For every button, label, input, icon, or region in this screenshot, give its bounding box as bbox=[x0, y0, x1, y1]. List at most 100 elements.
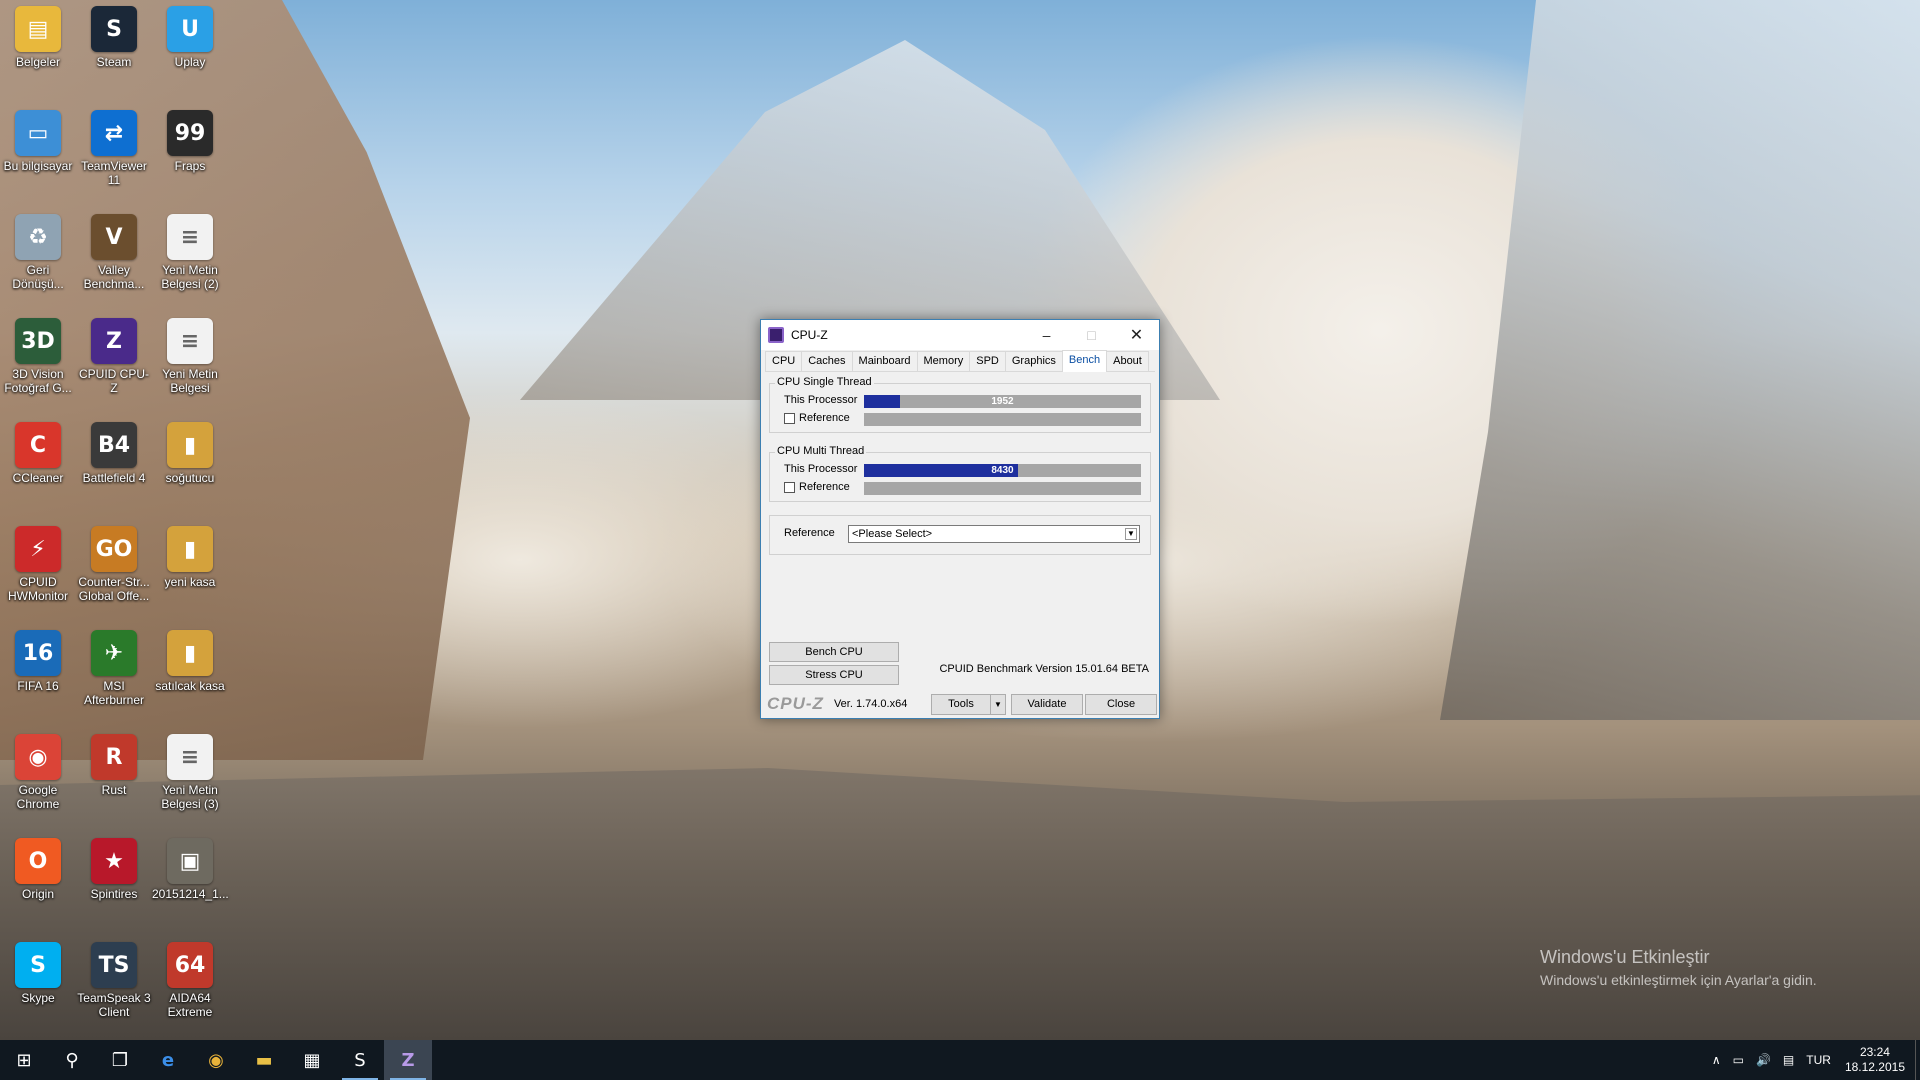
desktop-icon[interactable]: ▮ soğutucu bbox=[152, 416, 228, 485]
single-thread-group: CPU Single Thread This Processor 1952 Re… bbox=[769, 376, 1151, 433]
activation-watermark-title: Windows'u Etkinleştir bbox=[1540, 947, 1710, 967]
desktop-icon[interactable]: 16 FIFA 16 bbox=[0, 624, 76, 693]
desktop-icon[interactable]: ▮ satılcak kasa bbox=[152, 624, 228, 693]
title-bar[interactable]: CPU-Z – □ ✕ bbox=[761, 320, 1159, 350]
desktop-icon-label: Uplay bbox=[174, 55, 206, 69]
desktop-icon[interactable]: U Uplay bbox=[152, 0, 228, 69]
tools-dropdown-arrow-icon[interactable]: ▼ bbox=[990, 694, 1006, 715]
volume-icon[interactable]: 🔊 bbox=[1756, 1053, 1771, 1067]
close-button[interactable]: Close bbox=[1085, 694, 1157, 715]
desktop-icon[interactable]: ≡ Yeni Metin Belgesi (2) bbox=[152, 208, 228, 291]
desktop-icon-label: CCleaner bbox=[12, 471, 64, 485]
desktop-icon[interactable]: ▤ Belgeler bbox=[0, 0, 76, 69]
desktop-icon-glyph-icon: 16 bbox=[15, 630, 61, 676]
desktop-icon[interactable]: B4 Battlefield 4 bbox=[76, 416, 152, 485]
validate-button[interactable]: Validate bbox=[1011, 694, 1083, 715]
desktop-icon[interactable]: 99 Fraps bbox=[152, 104, 228, 173]
multi-ref-checkbox[interactable] bbox=[784, 481, 795, 493]
tab-memory[interactable]: Memory bbox=[916, 351, 971, 371]
desktop-icon[interactable]: O Origin bbox=[0, 832, 76, 901]
desktop-icon-label: soğutucu bbox=[165, 471, 215, 485]
show-desktop-button[interactable] bbox=[1915, 1040, 1920, 1080]
desktop-icon[interactable]: ♻ Geri Dönüşü... bbox=[0, 208, 76, 291]
desktop-icon-glyph-icon: TS bbox=[91, 942, 137, 988]
steam-taskbar-button[interactable]: S bbox=[336, 1040, 384, 1080]
chrome-button[interactable]: ◉ bbox=[192, 1040, 240, 1080]
desktop-icon-label: Counter-Str... Global Offe... bbox=[78, 575, 150, 603]
desktop-icon-glyph-icon: ⇄ bbox=[91, 110, 137, 156]
single-ref-bar bbox=[864, 413, 1141, 426]
tab-graphics[interactable]: Graphics bbox=[1004, 351, 1063, 371]
tab-spd[interactable]: SPD bbox=[969, 351, 1006, 371]
multi-ref-label: Reference bbox=[799, 481, 850, 493]
desktop-icon[interactable]: S Skype bbox=[0, 936, 76, 1005]
search-button[interactable]: ⚲ bbox=[48, 1040, 96, 1080]
desktop-icon-glyph-icon: ▭ bbox=[15, 110, 61, 156]
reference-label: Reference bbox=[784, 527, 835, 539]
tray-chevron-icon[interactable]: ∧ bbox=[1712, 1053, 1721, 1067]
desktop-icon[interactable]: ◉ Google Chrome bbox=[0, 728, 76, 811]
tab-about[interactable]: About bbox=[1106, 351, 1149, 371]
close-window-button[interactable]: ✕ bbox=[1114, 320, 1159, 350]
desktop-icon[interactable]: V Valley Benchma... bbox=[76, 208, 152, 291]
desktop-icon[interactable]: ✈ MSI Afterburner bbox=[76, 624, 152, 707]
multi-this-row: This Processor bbox=[784, 463, 860, 475]
desktop-icon-glyph-icon: 99 bbox=[167, 110, 213, 156]
reference-select[interactable]: <Please Select> ▼ bbox=[848, 525, 1140, 543]
desktop-icon-glyph-icon: ✈ bbox=[91, 630, 137, 676]
store-button[interactable]: ▦ bbox=[288, 1040, 336, 1080]
cpuz-taskbar-button[interactable]: Z bbox=[384, 1040, 432, 1080]
tab-bench[interactable]: Bench bbox=[1061, 350, 1108, 372]
single-ref-checkbox[interactable] bbox=[784, 412, 795, 424]
desktop-icon[interactable]: Z CPUID CPU-Z bbox=[76, 312, 152, 395]
notifications-icon[interactable]: ▤ bbox=[1783, 1053, 1794, 1067]
desktop-icon-glyph-icon: B4 bbox=[91, 422, 137, 468]
tab-bar: CPU Caches Mainboard Memory SPD Graphics… bbox=[765, 350, 1155, 372]
maximize-button[interactable]: □ bbox=[1069, 320, 1114, 350]
desktop-icon[interactable]: ≡ Yeni Metin Belgesi bbox=[152, 312, 228, 395]
wallpaper-mountain-right bbox=[1440, 0, 1920, 720]
minimize-button[interactable]: – bbox=[1024, 320, 1069, 350]
desktop-icon[interactable]: ▭ Bu bilgisayar bbox=[0, 104, 76, 173]
desktop-icon[interactable]: ★ Spintires bbox=[76, 832, 152, 901]
clock-date: 18.12.2015 bbox=[1844, 1060, 1905, 1074]
system-tray: ∧ ▭ 🔊 ▤ TUR 23:24 18.12.2015 bbox=[1706, 1040, 1920, 1080]
desktop-icon[interactable]: R Rust bbox=[76, 728, 152, 797]
tab-mainboard[interactable]: Mainboard bbox=[851, 351, 918, 371]
desktop-icon[interactable]: TS TeamSpeak 3 Client bbox=[76, 936, 152, 1019]
edge-button[interactable]: e bbox=[144, 1040, 192, 1080]
desktop-icon-label: Bu bilgisayar bbox=[3, 159, 73, 173]
cpuz-window: CPU-Z – □ ✕ CPU Caches Mainboard Memory … bbox=[760, 319, 1160, 719]
cpuz-icon: Z bbox=[401, 1049, 415, 1071]
desktop-icon-label: satılcak kasa bbox=[155, 679, 225, 693]
cpuz-app-icon bbox=[768, 327, 784, 343]
desktop-icon[interactable]: ▮ yeni kasa bbox=[152, 520, 228, 589]
bench-cpu-button[interactable]: Bench CPU bbox=[769, 642, 899, 662]
desktop-icon[interactable]: C CCleaner bbox=[0, 416, 76, 485]
desktop-icon[interactable]: ⚡ CPUID HWMonitor bbox=[0, 520, 76, 603]
tools-button[interactable]: Tools bbox=[931, 694, 991, 715]
stress-cpu-button[interactable]: Stress CPU bbox=[769, 665, 899, 685]
clock[interactable]: 23:24 18.12.2015 bbox=[1845, 1045, 1905, 1075]
desktop-icon[interactable]: 64 AIDA64 Extreme bbox=[152, 936, 228, 1019]
tab-cpu[interactable]: CPU bbox=[765, 351, 803, 371]
desktop-icon[interactable]: ▣ 20151214_1... bbox=[152, 832, 229, 901]
desktop-icon-label: FIFA 16 bbox=[17, 679, 59, 693]
start-button[interactable]: ⊞ bbox=[0, 1040, 48, 1080]
steam-icon: S bbox=[354, 1049, 366, 1071]
desktop-icon-label: Yeni Metin Belgesi (2) bbox=[161, 263, 219, 291]
desktop-icon[interactable]: ≡ Yeni Metin Belgesi (3) bbox=[152, 728, 228, 811]
desktop-icon[interactable]: GO Counter-Str... Global Offe... bbox=[76, 520, 152, 603]
desktop-icon[interactable]: ⇄ TeamViewer 11 bbox=[76, 104, 152, 187]
network-icon[interactable]: ▭ bbox=[1733, 1053, 1744, 1067]
desktop-icon[interactable]: 3D 3D Vision Fotoğraf G... bbox=[0, 312, 76, 395]
file-explorer-button[interactable]: ▬ bbox=[240, 1040, 288, 1080]
clock-time: 23:24 bbox=[1859, 1045, 1890, 1059]
tab-caches[interactable]: Caches bbox=[801, 351, 853, 371]
desktop-icon[interactable]: S Steam bbox=[76, 0, 152, 69]
language-indicator[interactable]: TUR bbox=[1806, 1053, 1831, 1067]
window-footer: CPU-Z Ver. 1.74.0.x64 Tools ▼ Validate C… bbox=[761, 690, 1159, 718]
search-icon: ⚲ bbox=[65, 1049, 79, 1071]
task-view-button[interactable]: ❐ bbox=[96, 1040, 144, 1080]
dropdown-arrow-icon[interactable]: ▼ bbox=[1125, 528, 1137, 540]
